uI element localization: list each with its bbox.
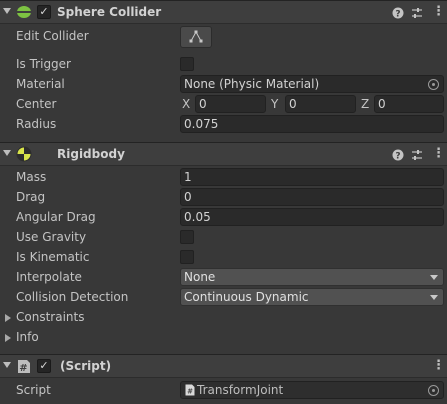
center-label: Center <box>16 97 57 111</box>
svg-text:#: # <box>19 363 27 374</box>
kebab-menu-icon[interactable]: ⋮ <box>432 5 445 18</box>
kebab-menu-icon[interactable]: ⋮ <box>432 359 445 372</box>
edit-collider-button[interactable] <box>180 26 212 48</box>
rigidbody-icon <box>16 146 32 162</box>
edit-collider-icon <box>189 30 203 43</box>
script-icon: # <box>18 360 30 374</box>
foldout-expanded-icon[interactable] <box>3 362 11 368</box>
center-z-label: Z <box>361 97 370 111</box>
center-y-field[interactable]: 0 <box>285 95 356 113</box>
constraints-foldout[interactable]: Constraints <box>16 310 84 324</box>
component-title: (Script) <box>60 359 112 373</box>
edit-collider-label: Edit Collider <box>16 29 89 43</box>
material-value: None (Physic Material) <box>184 77 320 91</box>
svg-text:?: ? <box>395 10 400 20</box>
constraints-foldout-icon[interactable] <box>5 314 11 322</box>
script-enabled-checkbox[interactable]: ✓ <box>37 359 51 373</box>
sphere-collider-header[interactable]: ✓ Sphere Collider ? ⋮ <box>0 0 447 24</box>
script-file-icon: # <box>185 384 195 396</box>
radius-field[interactable]: 0.075 <box>180 115 444 133</box>
foldout-expanded-icon[interactable] <box>3 150 11 156</box>
help-icon[interactable]: ? <box>392 149 404 161</box>
interpolate-value: None <box>184 270 216 284</box>
kebab-menu-icon[interactable]: ⋮ <box>432 147 445 160</box>
center-x-label: X <box>182 97 191 111</box>
drag-label: Drag <box>16 190 46 204</box>
collision-detection-label: Collision Detection <box>16 290 129 304</box>
component-title: Sphere Collider <box>57 5 162 19</box>
object-picker-icon[interactable] <box>428 79 439 90</box>
info-foldout-icon[interactable] <box>5 334 11 342</box>
interpolate-label: Interpolate <box>16 270 82 284</box>
info-foldout[interactable]: Info <box>16 330 39 344</box>
interpolate-dropdown[interactable]: None <box>180 268 444 286</box>
svg-text:#: # <box>187 388 193 396</box>
center-z-field[interactable]: 0 <box>374 95 444 113</box>
radius-label: Radius <box>16 117 57 131</box>
center-x-field[interactable]: 0 <box>195 95 266 113</box>
is-kinematic-checkbox[interactable] <box>180 250 194 264</box>
help-icon[interactable]: ? <box>392 7 404 19</box>
collision-detection-dropdown[interactable]: Continuous Dynamic <box>180 288 444 306</box>
material-label: Material <box>16 77 65 91</box>
rigidbody-header[interactable]: Rigidbody ? ⋮ <box>0 142 447 166</box>
component-title: Rigidbody <box>57 147 125 161</box>
sphere-collider-icon <box>17 6 31 18</box>
object-picker-icon[interactable] <box>428 385 439 396</box>
foldout-expanded-icon[interactable] <box>3 8 11 14</box>
angular-drag-field[interactable]: 0.05 <box>180 208 444 226</box>
script-label: Script <box>16 383 51 397</box>
center-y-label: Y <box>271 97 279 111</box>
presets-icon[interactable] <box>411 7 423 19</box>
svg-text:?: ? <box>395 152 400 162</box>
is-kinematic-label: Is Kinematic <box>16 250 90 264</box>
mass-field[interactable]: 1 <box>180 168 444 186</box>
sphere-collider-enabled-checkbox[interactable]: ✓ <box>37 5 51 19</box>
collision-detection-value: Continuous Dynamic <box>184 290 309 304</box>
angular-drag-label: Angular Drag <box>16 210 96 224</box>
chevron-down-icon <box>430 275 438 280</box>
mass-label: Mass <box>16 170 47 184</box>
material-field[interactable]: None (Physic Material) <box>180 75 444 93</box>
use-gravity-label: Use Gravity <box>16 230 87 244</box>
script-header[interactable]: # ✓ (Script) ⋮ <box>0 354 447 378</box>
chevron-down-icon <box>430 295 438 300</box>
script-field[interactable]: # TransformJoint <box>180 381 444 399</box>
drag-field[interactable]: 0 <box>180 188 444 206</box>
script-value: TransformJoint <box>197 383 284 397</box>
is-trigger-label: Is Trigger <box>16 57 71 71</box>
is-trigger-checkbox[interactable] <box>180 57 194 71</box>
presets-icon[interactable] <box>411 149 423 161</box>
use-gravity-checkbox[interactable] <box>180 230 194 244</box>
